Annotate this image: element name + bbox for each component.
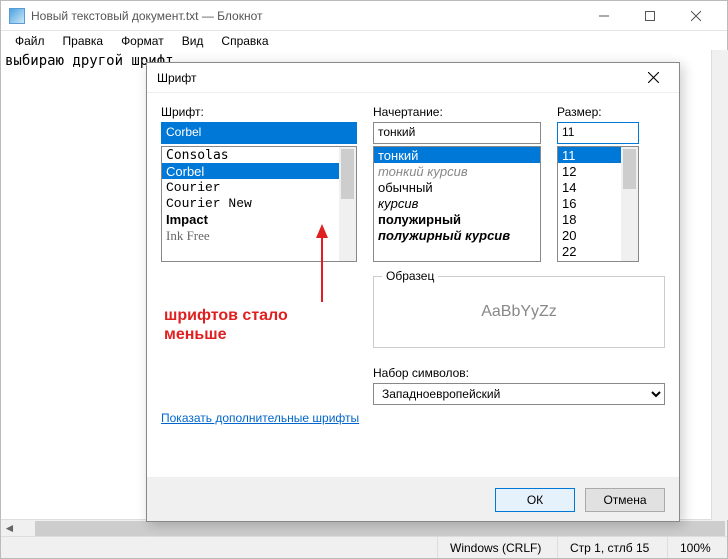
list-item[interactable]: 22 [558,243,621,259]
list-item[interactable]: Corbel [162,163,339,179]
annotation-text: шрифтов стало меньше [164,306,288,344]
ok-button[interactable]: ОК [495,488,575,512]
list-item[interactable]: 14 [558,179,621,195]
sample-group: Образец AaBbYyZz [373,276,665,348]
size-input[interactable]: 11 [557,122,639,144]
list-item[interactable]: Courier New [162,195,339,211]
font-input[interactable]: Corbel [161,122,357,144]
dialog-titlebar: Шрифт [147,63,679,93]
menu-format[interactable]: Формат [113,32,172,50]
close-button[interactable] [673,1,719,31]
titlebar: Новый текстовый документ.txt — Блокнот [1,1,727,31]
scroll-thumb[interactable] [35,521,725,536]
list-item[interactable]: Courier [162,179,339,195]
menu-help[interactable]: Справка [213,32,276,50]
size-listbox[interactable]: 11 12 14 16 18 20 22 [557,146,639,262]
status-encoding: Windows (CRLF) [437,537,557,558]
more-fonts-link[interactable]: Показать дополнительные шрифты [161,411,359,425]
status-caret: Стр 1, стлб 15 [557,537,667,558]
notepad-icon [9,8,25,24]
dialog-close-button[interactable] [637,64,669,92]
script-label: Набор символов: [373,366,665,380]
status-zoom: 100% [667,537,727,558]
menu-file[interactable]: Файл [7,32,53,50]
list-item[interactable]: тонкий [374,147,540,163]
list-item[interactable]: курсив [374,195,540,211]
list-item[interactable]: обычный [374,179,540,195]
list-item[interactable]: 11 [558,147,621,163]
list-item[interactable]: 12 [558,163,621,179]
size-label: Размер: [557,105,639,119]
list-item[interactable]: 18 [558,211,621,227]
cancel-button[interactable]: Отмена [585,488,665,512]
statusbar: Windows (CRLF) Стр 1, стлб 15 100% [1,536,727,558]
sample-text: AaBbYyZz [384,287,654,337]
style-label: Начертание: [373,105,541,119]
sample-label: Образец [382,269,438,283]
listbox-scrollbar[interactable] [339,147,356,261]
scroll-left-icon[interactable]: ◄ [1,520,18,537]
window-title: Новый текстовый документ.txt — Блокнот [31,9,581,23]
annotation-arrow-icon [312,224,332,304]
style-input[interactable]: тонкий [373,122,541,144]
minimize-button[interactable] [581,1,627,31]
menu-view[interactable]: Вид [174,32,212,50]
maximize-button[interactable] [627,1,673,31]
list-item[interactable]: полужирный курсив [374,227,540,243]
list-item[interactable]: полужирный [374,211,540,227]
list-item[interactable]: Consolas [162,147,339,163]
font-label: Шрифт: [161,105,357,119]
list-item[interactable]: 20 [558,227,621,243]
listbox-scrollbar[interactable] [621,147,638,261]
list-item[interactable]: тонкий курсив [374,163,540,179]
style-listbox[interactable]: тонкий тонкий курсив обычный курсив полу… [373,146,541,262]
script-select[interactable]: Западноевропейский [373,383,665,405]
font-dialog: Шрифт Шрифт: Corbel Consolas Corbel Cour… [146,62,680,522]
menubar: Файл Правка Формат Вид Справка [1,31,727,51]
dialog-title: Шрифт [157,71,637,85]
vertical-scrollbar[interactable] [711,50,728,520]
list-item[interactable]: 16 [558,195,621,211]
menu-edit[interactable]: Правка [55,32,112,50]
